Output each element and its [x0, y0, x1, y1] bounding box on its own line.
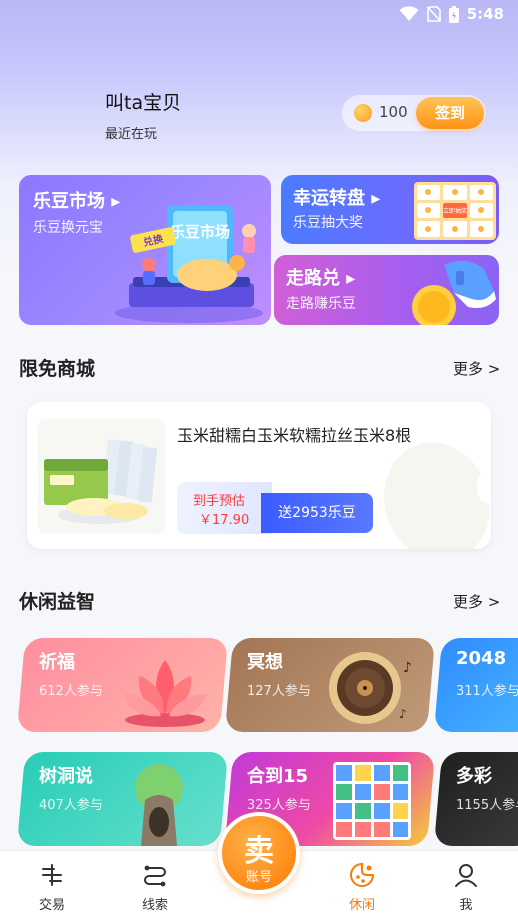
nav-item-me[interactable]: 我: [431, 851, 501, 920]
nav-item-trade[interactable]: 交易: [17, 851, 87, 920]
status-time: 5:48: [466, 5, 504, 23]
profile-name[interactable]: 叫ta宝贝: [105, 88, 181, 115]
game-title: 合到15: [247, 766, 309, 787]
coin-icon: [354, 104, 372, 122]
number-grid-icon: [333, 762, 411, 840]
nav-item-clues[interactable]: 线索: [120, 851, 190, 920]
banner-coin-market[interactable]: 乐豆市场 ▸ 乐豆换元宝 乐豆市场 兑换: [19, 175, 271, 325]
lucky-wheel-grid-icon: 立即抽奖: [414, 182, 496, 240]
bean-reward-button[interactable]: 送2953乐豆: [261, 493, 373, 533]
svg-text:♪: ♪: [399, 707, 407, 721]
game-title: 树洞说: [39, 766, 93, 787]
signin-button[interactable]: 签到: [416, 97, 484, 129]
sell-account-button[interactable]: 卖 账号: [218, 812, 300, 894]
game-participants: 407人参与: [39, 798, 103, 813]
nav-label: 休闲: [348, 898, 375, 913]
tree-hole-icon: [135, 764, 183, 846]
game-card-colorful[interactable]: 多彩 1155人参与: [433, 752, 518, 846]
game-participants: 612人参与: [39, 684, 103, 699]
game-card-meditate[interactable]: 冥想 127人参与 ♪ ♪: [224, 638, 436, 732]
profile-icon: [455, 864, 477, 887]
nav-label: 我: [459, 898, 473, 913]
market-sign-text: 乐豆市场: [170, 223, 230, 241]
corn-product-illustration: [38, 419, 165, 534]
game-title: 多彩: [456, 766, 492, 787]
banner-lucky-wheel[interactable]: 幸运转盘 ▸ 乐豆抽大奖 立即抽奖: [281, 175, 499, 244]
lotus-icon: [123, 660, 207, 727]
estimated-price-box: 到手预估 ￥17.90: [177, 482, 272, 534]
svg-text:♪: ♪: [403, 660, 412, 676]
product-name: 玉米甜糯白玉米软糯拉丝玉米8根: [177, 426, 412, 445]
decorative-bean-shape: [384, 442, 491, 549]
banner-market-subtitle: 乐豆换元宝: [33, 220, 103, 236]
game-title: 冥想: [247, 652, 283, 673]
clue-icon: [144, 865, 166, 887]
trade-icon: [42, 864, 62, 886]
game-participants: 127人参与: [247, 684, 311, 699]
profile-status: 最近在玩: [105, 127, 158, 142]
wheel-center-text: 立即抽奖: [443, 207, 467, 215]
battery-icon: [448, 5, 459, 23]
coin-count: 100: [379, 103, 408, 121]
game-card-pray[interactable]: 祈福 612人参与: [16, 638, 229, 732]
estimated-price-value: ￥17.90: [199, 513, 250, 528]
nav-label: 线索: [141, 898, 168, 913]
section-title-casual-games: 休闲益智: [19, 591, 96, 613]
walking-shoe-icon: [412, 260, 496, 325]
wifi-icon: [399, 6, 419, 21]
game-icon: [350, 862, 375, 887]
banner-wheel-title: 幸运转盘 ▸: [293, 188, 381, 209]
game-card-2048[interactable]: 2048 311人参与: [433, 638, 518, 732]
game-card-tree-hole[interactable]: 树洞说 407人参与: [16, 752, 229, 846]
status-bar: 5:48: [0, 0, 518, 30]
banner-walk-exchange[interactable]: 走路兑 ▸ 走路赚乐豆: [274, 255, 499, 325]
banner-walk-subtitle: 走路赚乐豆: [286, 296, 356, 312]
game-title: 2048: [456, 648, 507, 669]
game-participants: 325人参与: [247, 798, 311, 813]
product-image[interactable]: [38, 419, 165, 534]
product-card[interactable]: 玉米甜糯白玉米软糯拉丝玉米8根 到手预估 ￥17.90 送2953乐豆: [27, 402, 491, 549]
game-title: 祈福: [39, 652, 75, 673]
section-title-free-mall: 限免商城: [19, 358, 96, 380]
nav-label: 交易: [38, 898, 65, 913]
sell-main-label: 卖: [244, 834, 274, 869]
free-mall-more-link[interactable]: 更多 >: [453, 358, 500, 379]
estimated-price-label: 到手预估: [193, 494, 246, 509]
game-participants: 1155人参与: [456, 798, 518, 813]
no-sim-icon: [426, 6, 441, 22]
banner-wheel-subtitle: 乐豆抽大奖: [293, 215, 363, 231]
banner-walk-title: 走路兑 ▸: [286, 268, 356, 289]
coin-market-illustration: 乐豆市场 兑换: [115, 205, 263, 323]
vinyl-record-icon: ♪ ♪: [329, 652, 412, 724]
casual-games-more-link[interactable]: 更多 >: [453, 591, 500, 612]
nav-item-leisure[interactable]: 休闲: [327, 851, 397, 920]
game-participants: 311人参与: [456, 684, 518, 699]
banner-market-title: 乐豆市场 ▸: [33, 191, 121, 212]
sell-sub-label: 账号: [245, 870, 272, 885]
